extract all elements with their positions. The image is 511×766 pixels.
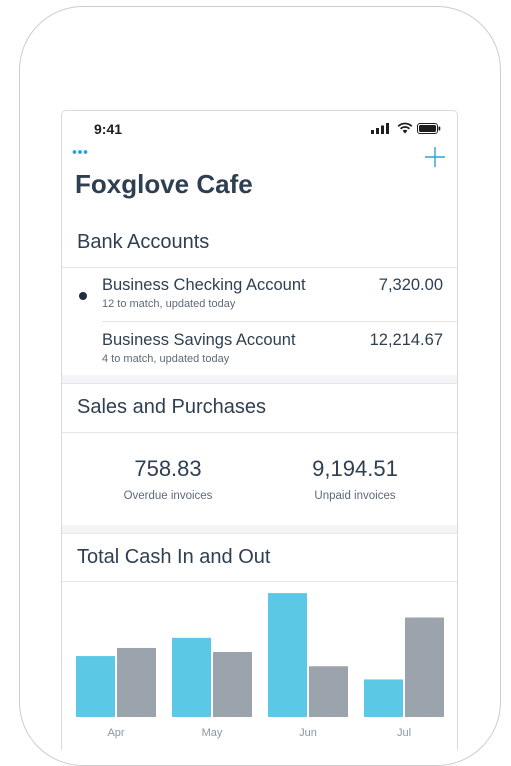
unpaid-invoices-summary[interactable]: 9,194.51 Unpaid invoices bbox=[280, 456, 430, 502]
page-title: Foxglove Cafe bbox=[75, 169, 253, 199]
account-balance: 7,320.00 bbox=[378, 276, 443, 294]
x-axis-label-apr: Apr bbox=[107, 727, 125, 739]
bank-accounts-title: Bank Accounts bbox=[77, 231, 210, 253]
chart-bar-apr-in bbox=[76, 656, 115, 717]
account-balance: 12,214.67 bbox=[369, 331, 443, 349]
chart-bar-jul-out bbox=[405, 617, 444, 717]
account-name: Business Savings Account bbox=[102, 331, 296, 349]
sales-purchases-header: Sales and Purchases bbox=[62, 384, 457, 433]
overdue-invoices-label: Overdue invoices bbox=[123, 490, 213, 502]
chart-bar-jun-out bbox=[309, 666, 348, 717]
account-subtitle: 12 to match, updated today bbox=[102, 298, 236, 310]
overdue-invoices-value: 758.83 bbox=[134, 456, 202, 481]
bank-account-row-checking[interactable]: Business Checking Account 12 to match, u… bbox=[62, 268, 457, 322]
wifi-icon bbox=[397, 122, 413, 134]
bank-account-row-savings[interactable]: Business Savings Account 4 to match, upd… bbox=[62, 323, 457, 377]
add-button[interactable] bbox=[422, 144, 448, 170]
divider bbox=[102, 321, 457, 322]
x-axis-label-jul: Jul bbox=[396, 727, 412, 739]
status-bar: 9:41 bbox=[62, 111, 457, 145]
battery-icon bbox=[417, 123, 441, 134]
account-subtitle: 4 to match, updated today bbox=[102, 353, 230, 365]
unpaid-invoices-label: Unpaid invoices bbox=[314, 490, 396, 502]
chart-bar-apr-out bbox=[117, 647, 156, 717]
cash-chart: Apr May Jun Jul bbox=[62, 581, 457, 750]
account-name: Business Checking Account bbox=[102, 276, 306, 294]
chart-bar-jul-in bbox=[364, 679, 403, 717]
section-separator bbox=[62, 375, 457, 384]
status-time: 9:41 bbox=[94, 121, 123, 137]
overdue-invoices-summary[interactable]: 758.83 Overdue invoices bbox=[93, 456, 243, 502]
sales-purchases-title: Sales and Purchases bbox=[77, 396, 267, 418]
cash-chart-title: Total Cash In and Out bbox=[77, 546, 271, 568]
more-options-button[interactable] bbox=[72, 145, 98, 159]
cash-chart-header: Total Cash In and Out bbox=[62, 533, 457, 582]
cellular-signal-icon bbox=[371, 123, 389, 134]
cash-chart-svg bbox=[76, 593, 444, 717]
x-axis-label-jun: Jun bbox=[299, 727, 317, 739]
unpaid-invoices-value: 9,194.51 bbox=[312, 456, 398, 481]
ellipsis-icon bbox=[72, 150, 88, 154]
chart-bar-may-in bbox=[172, 637, 211, 717]
chart-bar-jun-in bbox=[268, 593, 307, 717]
plus-icon bbox=[425, 147, 445, 167]
bank-accounts-header: Bank Accounts bbox=[62, 219, 457, 268]
x-axis-label-may: May bbox=[201, 727, 223, 739]
app-screen: 9:41 Foxglove Cafe Bank Accounts Busines… bbox=[61, 110, 458, 750]
unread-dot-icon bbox=[79, 292, 87, 300]
chart-bar-may-out bbox=[213, 652, 252, 717]
